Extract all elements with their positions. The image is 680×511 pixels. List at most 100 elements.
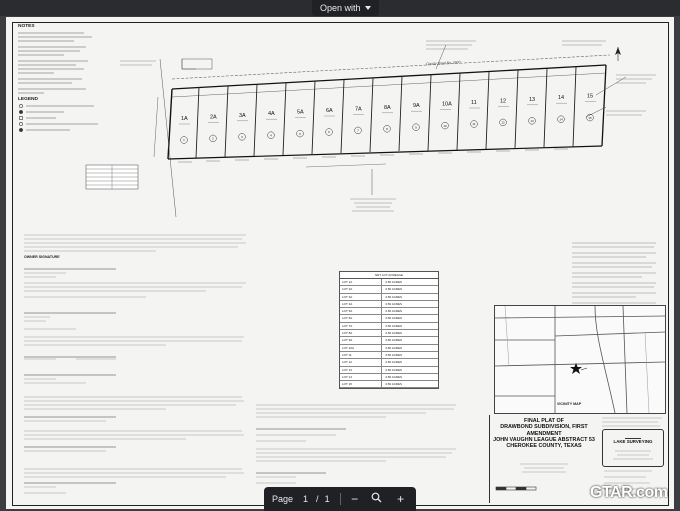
north-arrow-icon xyxy=(615,47,621,61)
lot-number-circle: 10 xyxy=(441,121,449,130)
lot-table-acreage: 3.50 ACRES xyxy=(385,294,403,299)
lot-number-circle: 11 xyxy=(470,120,478,128)
lot-table-lot: LOT 14 xyxy=(340,373,383,381)
lot-label: 13 xyxy=(529,97,535,103)
lot-table-lot: LOT 7A xyxy=(340,322,383,330)
lot-label: 4A xyxy=(268,111,275,117)
lot-number-circle: 2 xyxy=(209,134,217,143)
lot-circle-number: 2 xyxy=(212,137,214,141)
lot-table-row: LOT 9A 3.50 ACRES xyxy=(340,337,438,345)
lot-table-lot: LOT 9A xyxy=(340,337,383,344)
lot-number-circle: 6 xyxy=(325,128,333,136)
vicinity-map: VICINITY MAP xyxy=(494,305,666,414)
lot-table-row: LOT 6A 3.50 ACRES xyxy=(340,315,438,323)
lot-table-lot: LOT 3A xyxy=(340,293,383,300)
lot-table-acreage: 3.50 ACRES xyxy=(385,367,403,372)
county-road-label: County Road No. 3800 xyxy=(426,60,461,66)
lot-table-row: LOT 8A 3.50 ACRES xyxy=(340,330,438,338)
lot-circle-number: 10 xyxy=(443,124,447,128)
open-with-button[interactable]: Open with xyxy=(312,0,379,16)
logo-roof-icon xyxy=(625,432,641,439)
lot-label: 5A xyxy=(297,110,304,116)
lot-table-row: LOT 1A 3.50 ACRES xyxy=(340,279,438,287)
lot-table-acreage: 3.50 ACRES xyxy=(385,287,403,292)
lot-label: 9A xyxy=(413,103,420,109)
plat-document-page: NOTES LEGEND County Road No. 3800 1A 2A … xyxy=(6,17,674,509)
lot-label: 3A xyxy=(239,113,246,119)
star-location-icon xyxy=(570,363,582,374)
lot-circle-number: 6 xyxy=(328,130,330,134)
gtar-watermark: GTAR.com xyxy=(590,484,668,501)
lot-table-acreage: 3.50 ACRES xyxy=(385,352,403,357)
lot-table-lot: LOT 13 xyxy=(340,366,383,373)
zoom-out-icon[interactable]: − xyxy=(345,492,365,506)
page-separator: / xyxy=(316,494,319,504)
lot-label: 1A xyxy=(181,116,188,122)
company-name: LAKE SURVEYING xyxy=(613,439,653,444)
lot-label: 2A xyxy=(210,114,217,120)
current-page-input[interactable]: 1 xyxy=(303,494,308,504)
lot-circle-number: 12 xyxy=(501,121,505,125)
owner-signature-label: OWNER SIGNATURE xyxy=(24,255,60,259)
lot-table-row: LOT 15 3.50 ACRES xyxy=(340,381,438,389)
lot-circle-number: 14 xyxy=(559,117,563,121)
zoom-search-icon xyxy=(367,492,387,506)
lot-table-acreage: 3.50 ACRES xyxy=(385,374,403,379)
lot-label: 14 xyxy=(558,95,564,101)
lot-acreage-table: NET LOT ACREAGE LOT 1A 3.50 ACRES LOT 2A 3.… xyxy=(339,271,439,390)
easement-table xyxy=(85,164,139,190)
lot-label: 10A xyxy=(442,102,452,108)
lot-table-row: LOT 3A 3.50 ACRES xyxy=(340,293,438,301)
lot-table-row: LOT 10A 3.50 ACRES xyxy=(340,344,438,352)
title-block-header-rows xyxy=(602,417,662,427)
pager-divider xyxy=(339,493,341,505)
lot-table-lot: LOT 11 xyxy=(340,351,383,359)
lot-table-lot: LOT 5A xyxy=(340,308,383,315)
lot-number-circle: 1 xyxy=(180,136,188,144)
lot-number-circle: 15 xyxy=(586,113,594,122)
lot-table-row: LOT 4A 3.50 ACRES xyxy=(340,300,438,309)
lot-table-acreage: 3.50 ACRES xyxy=(385,280,403,284)
lot-table-acreage: 3.50 ACRES xyxy=(385,360,403,365)
lot-circle-number: 7 xyxy=(357,129,359,133)
lot-number-circle: 4 xyxy=(267,131,275,139)
lot-circle-number: 1 xyxy=(183,138,185,142)
lot-label: 11 xyxy=(471,100,477,106)
lot-number-circle: 5 xyxy=(296,129,304,138)
lot-label: 7A xyxy=(355,106,362,112)
page-label: Page xyxy=(272,494,294,504)
svg-text:·: · xyxy=(153,136,157,138)
company-logo: LAKE SURVEYING xyxy=(602,429,664,467)
lot-table-lot: LOT 2A xyxy=(340,286,383,293)
chevron-down-icon xyxy=(364,6,371,10)
title-line-5: CHEROKEE COUNTY, TEXAS xyxy=(506,443,582,450)
zoom-in-icon[interactable]: + xyxy=(391,492,411,506)
title-block-details xyxy=(495,463,568,491)
lot-table-row: LOT 13 3.50 ACRES xyxy=(340,366,438,374)
vicinity-map-label: VICINITY MAP xyxy=(557,402,582,406)
lot-table-acreage: 3.50 ACRES xyxy=(385,331,403,336)
lot-table-acreage: 3.50 ACRES xyxy=(385,316,403,321)
total-pages: 1 xyxy=(324,494,330,504)
lot-circle-number: 8 xyxy=(386,127,388,131)
lot-circle-number: 9 xyxy=(415,125,417,129)
lot-table-lot: LOT 8A xyxy=(340,330,383,337)
lot-table-lot: LOT 6A xyxy=(340,315,383,322)
lot-number-circle: 13 xyxy=(528,117,536,125)
lot-number-circle: 12 xyxy=(499,118,507,127)
lot-table-acreage: 3.50 ACRES xyxy=(385,301,403,306)
lot-number-circle: 3 xyxy=(238,133,246,141)
lot-table-row: LOT 5A 3.50 ACRES xyxy=(340,308,438,316)
lot-circle-number: 11 xyxy=(472,122,475,126)
lot-table-lot: LOT 12 xyxy=(340,359,383,366)
lot-table-lot: LOT 15 xyxy=(340,381,383,388)
lot-table-header: NET LOT ACREAGE xyxy=(340,272,438,279)
page-controls: Page 1 / 1 − + xyxy=(264,487,416,511)
lot-circle-number: 5 xyxy=(299,132,301,136)
lot-number-circle: 14 xyxy=(557,115,565,123)
lot-number-circle: 9 xyxy=(412,123,420,131)
lot-circle-number: 3 xyxy=(241,135,243,139)
lot-number-circle: 8 xyxy=(383,125,391,133)
lot-table-row: LOT 7A 3.50 ACRES xyxy=(340,322,438,331)
lot-table-lot: LOT 1A xyxy=(340,279,383,286)
